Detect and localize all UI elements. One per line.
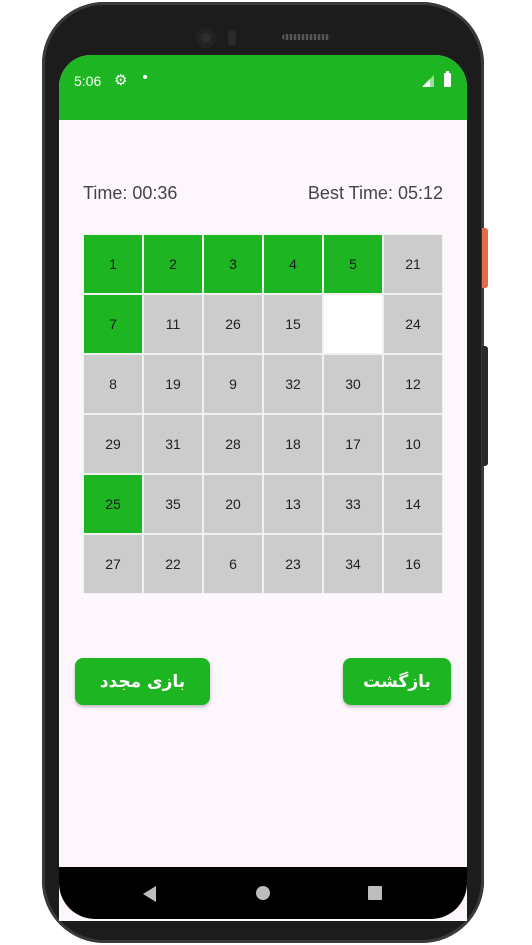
puzzle-tile[interactable]: 22	[144, 535, 202, 593]
puzzle-tile[interactable]: 8	[84, 355, 142, 413]
power-button[interactable]	[482, 228, 488, 288]
puzzle-tile[interactable]: 16	[384, 535, 442, 593]
puzzle-tile[interactable]: 23	[264, 535, 322, 593]
puzzle-tile[interactable]: 35	[144, 475, 202, 533]
front-camera-icon	[196, 28, 216, 48]
puzzle-tile[interactable]: 5	[324, 235, 382, 293]
puzzle-tile[interactable]: 32	[264, 355, 322, 413]
puzzle-tile[interactable]: 33	[324, 475, 382, 533]
puzzle-tile[interactable]: 21	[384, 235, 442, 293]
puzzle-tile[interactable]: 10	[384, 415, 442, 473]
puzzle-tile[interactable]: 27	[84, 535, 142, 593]
best-time: Best Time: 05:12	[307, 183, 443, 203]
puzzle-tile[interactable]: 29	[84, 415, 142, 473]
puzzle-tile[interactable]: 26	[204, 295, 262, 353]
home-circle-icon[interactable]	[256, 886, 270, 900]
puzzle-tile[interactable]: 19	[144, 355, 202, 413]
puzzle-tile[interactable]: 12	[384, 355, 442, 413]
signal-icon	[422, 75, 434, 87]
restart-button[interactable]: بازی مجدد	[75, 658, 210, 705]
gear-icon: ⚙	[114, 71, 128, 89]
status-time: 5:06	[74, 73, 102, 89]
battery-icon	[444, 71, 451, 87]
puzzle-tile[interactable]: 28	[204, 415, 262, 473]
recents-square-icon[interactable]	[368, 886, 382, 900]
puzzle-tile[interactable]: 4	[264, 235, 322, 293]
puzzle-tile[interactable]: 3	[204, 235, 262, 293]
notification-dot-icon: •	[141, 70, 150, 86]
puzzle-tile[interactable]: 18	[264, 415, 322, 473]
puzzle-tile[interactable]: 14	[384, 475, 442, 533]
status-bar: 5:06 ⚙ •	[59, 55, 467, 120]
navigation-bar	[59, 867, 467, 919]
puzzle-tile[interactable]: 24	[384, 295, 442, 353]
sensor-icon	[228, 30, 236, 46]
puzzle-tile[interactable]: 9	[204, 355, 262, 413]
volume-button[interactable]	[482, 346, 488, 466]
puzzle-tile[interactable]: 15	[264, 295, 322, 353]
puzzle-tile[interactable]: 31	[144, 415, 202, 473]
puzzle-tile[interactable]: 20	[204, 475, 262, 533]
elapsed-time: Time: 00:36	[83, 183, 178, 203]
puzzle-tile[interactable]: 1	[84, 235, 142, 293]
back-triangle-icon[interactable]	[143, 886, 156, 902]
back-button[interactable]: بازگشت	[343, 658, 451, 705]
empty-tile[interactable]	[324, 295, 382, 353]
puzzle-tile[interactable]: 7	[84, 295, 142, 353]
puzzle-tile[interactable]: 6	[204, 535, 262, 593]
puzzle-tile[interactable]: 17	[324, 415, 382, 473]
puzzle-tile[interactable]: 11	[144, 295, 202, 353]
puzzle-tile[interactable]: 34	[324, 535, 382, 593]
puzzle-board: 1 2 3 4 5 21 7 11 26 15 24 8 19 9 32 30 12 29 31 28 18 17 10 25…	[83, 234, 443, 594]
app-screen: 5:06 ⚙ • Time: 00:36 Best Time: 05:12 12…	[59, 55, 467, 921]
puzzle-tile[interactable]: 25	[84, 475, 142, 533]
puzzle-tile[interactable]: 13	[264, 475, 322, 533]
puzzle-tile[interactable]: 30	[324, 355, 382, 413]
earpiece-speaker	[282, 34, 330, 40]
puzzle-tile[interactable]: 2	[144, 235, 202, 293]
